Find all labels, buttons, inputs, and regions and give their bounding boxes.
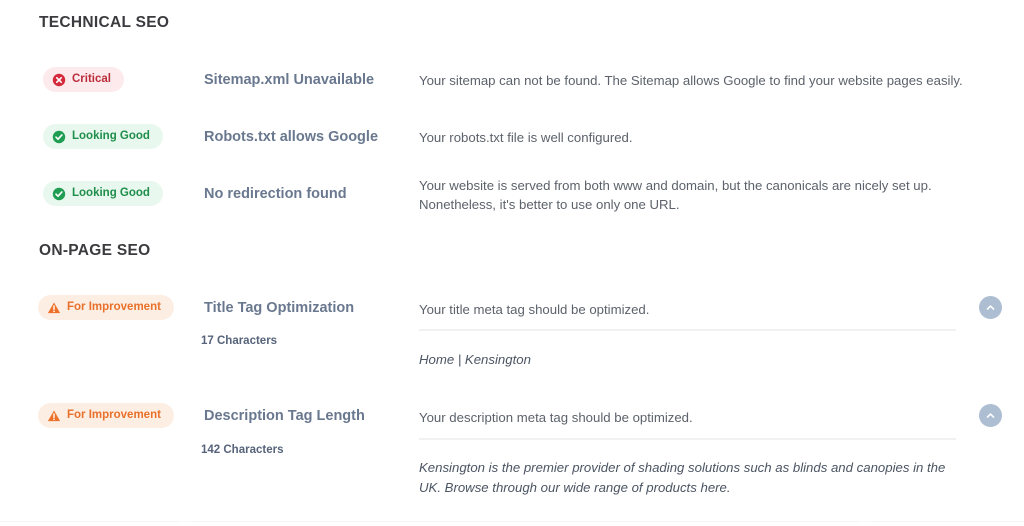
seo-audit-report: TECHNICAL SEO Critical Sitemap.xml Unava… [0, 0, 1024, 526]
status-badge-critical: Critical [43, 67, 124, 92]
check-title-link[interactable]: No redirection found [204, 186, 347, 202]
status-badge-label: For Improvement [67, 408, 161, 421]
status-badge-label: Critical [72, 72, 111, 85]
status-badge-looking-good: Looking Good [43, 181, 163, 206]
preview-divider [419, 329, 956, 331]
chevron-up-icon [986, 413, 995, 418]
character-count: 142 Characters [201, 444, 284, 456]
warning-triangle-icon [47, 301, 61, 313]
check-title-link[interactable]: Description Tag Length [204, 408, 365, 424]
status-badge-label: For Improvement [67, 300, 161, 313]
warning-triangle-icon [47, 409, 61, 421]
check-title-link[interactable]: Title Tag Optimization [204, 300, 354, 316]
status-badge-looking-good: Looking Good [43, 124, 163, 149]
circle-check-icon [52, 187, 66, 200]
preview-divider [419, 438, 956, 440]
bottom-divider-segment [870, 521, 1024, 522]
section-heading-technical-seo: TECHNICAL SEO [39, 14, 170, 31]
collapse-toggle-button[interactable] [979, 296, 1002, 319]
character-count: 17 Characters [201, 335, 278, 347]
check-title-link[interactable]: Robots.txt allows Google [204, 129, 378, 145]
circle-x-icon [52, 73, 66, 86]
circle-check-icon [52, 130, 66, 143]
collapse-toggle-button[interactable] [979, 404, 1002, 427]
check-description: Your sitemap can not be found. The Sitem… [419, 73, 963, 88]
check-description: Your robots.txt file is well configured. [419, 130, 633, 145]
status-badge-label: Looking Good [72, 129, 150, 142]
status-badge-for-improvement: For Improvement [38, 403, 174, 428]
status-badge-for-improvement: For Improvement [38, 295, 174, 320]
bottom-divider [0, 521, 1024, 522]
check-description: Your website is served from both www and… [419, 178, 932, 212]
meta-preview-text: Kensington is the premier provider of sh… [419, 460, 946, 495]
status-badge-label: Looking Good [72, 186, 150, 199]
check-description: Your description meta tag should be opti… [419, 410, 693, 425]
bottom-divider-segment [0, 521, 180, 522]
meta-preview-text: Home | Kensington [419, 352, 531, 367]
section-heading-on-page-seo: ON-PAGE SEO [39, 242, 151, 259]
check-title-link[interactable]: Sitemap.xml Unavailable [204, 72, 374, 88]
chevron-up-icon [986, 305, 995, 310]
check-description: Your title meta tag should be optimized. [419, 302, 650, 317]
bottom-divider-segment [190, 521, 860, 522]
